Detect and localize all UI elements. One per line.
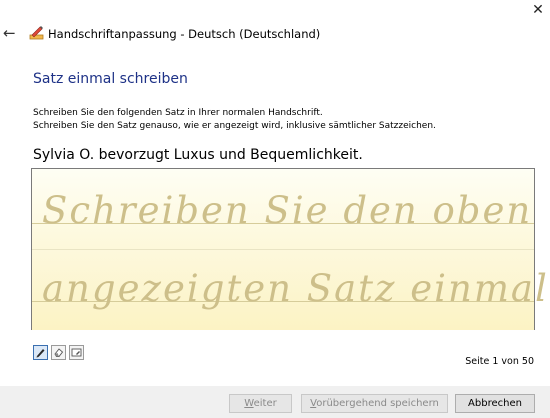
erase-all-icon <box>71 348 82 357</box>
handwriting-pad[interactable]: Schreiben Sie den oben angezeigten Satz … <box>31 168 550 330</box>
pad-toolbar <box>33 345 84 360</box>
next-button[interactable]: Weiter <box>229 394 292 413</box>
pad-guide-text-2: angezeigten Satz einmal. <box>42 267 550 310</box>
window-title: Handschriftanpassung - Deutsch (Deutschl… <box>48 27 321 41</box>
erase-all-tool-button[interactable] <box>69 345 84 360</box>
back-arrow-icon: ← <box>3 24 16 42</box>
cancel-button[interactable]: Abbrechen <box>455 394 535 413</box>
close-icon: ✕ <box>532 2 544 18</box>
pen-tool-button[interactable] <box>33 345 48 360</box>
handwriting-app-icon <box>29 26 44 40</box>
save-button-label: orübergehend speichern <box>316 398 439 409</box>
sample-sentence: Sylvia O. bevorzugt Luxus und Bequemlich… <box>33 147 363 163</box>
page-indicator: Seite 1 von 50 <box>465 356 534 367</box>
page-heading: Satz einmal schreiben <box>33 71 188 87</box>
pad-guide-text-1: Schreiben Sie den oben <box>42 189 533 232</box>
save-temporarily-button[interactable]: Vorübergehend speichern <box>301 394 448 413</box>
instruction-text-1: Schreiben Sie den folgenden Satz in Ihre… <box>33 108 323 118</box>
back-button[interactable]: ← <box>3 25 16 41</box>
close-button[interactable]: ✕ <box>526 0 550 20</box>
eraser-icon <box>54 348 64 357</box>
footer-bar: Weiter Vorübergehend speichern Abbrechen <box>0 386 550 418</box>
instruction-text-2: Schreiben Sie den Satz genauso, wie er a… <box>33 121 436 131</box>
pen-icon <box>36 349 45 358</box>
eraser-tool-button[interactable] <box>51 345 66 360</box>
handwriting-wizard-window: ✕ ← Handschriftanpassung - Deutsch (Deut… <box>0 0 550 418</box>
next-button-accel: W <box>244 398 254 409</box>
next-button-label: eiter <box>253 398 277 409</box>
